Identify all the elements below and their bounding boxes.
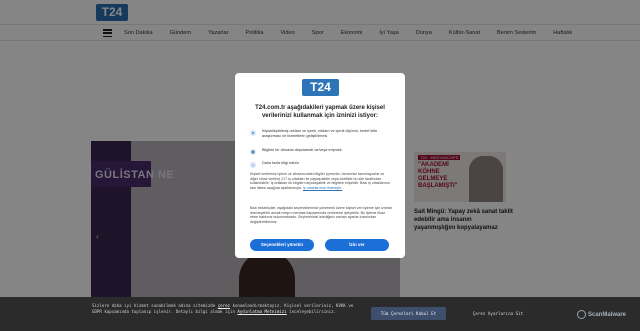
user-profile-icon: ● xyxy=(250,130,256,136)
consent-logo: T24 xyxy=(302,79,339,96)
consent-dialog: T24 T24.com.tr aşağıdakileri yapmak üzer… xyxy=(235,73,405,258)
cookie-bar: Sizlere daha iyi hizmet sunabilmek adına… xyxy=(0,297,640,331)
cookie-text-part-1: Sizlere daha iyi hizmet sunabilmek adına… xyxy=(92,303,218,308)
consent-body-partners: Kişisel verileriniz işlenir ve cihazınız… xyxy=(250,172,392,190)
privacy-notice-link[interactable]: Aydınlatma Metnimizi xyxy=(237,309,286,314)
consent-purpose-storage-text: Bilgileri bir cihazda depolamak ve/veya … xyxy=(262,148,342,152)
consent-learn-more[interactable]: ⌄ Daha fazla bilgi edinin xyxy=(250,161,387,168)
cookie-text-part-3: inceleyebilirsiniz. xyxy=(286,309,337,314)
scanmalware-badge: ScanMalware xyxy=(577,310,626,319)
consent-learn-more-text[interactable]: Daha fazla bilgi edinin xyxy=(262,161,387,166)
cookie-settings-button[interactable]: Çerez Ayarlarına Git xyxy=(456,307,540,320)
chevron-down-icon: ⌄ xyxy=(250,162,256,168)
scanmalware-text: ScanMalware xyxy=(588,311,627,318)
scan-icon xyxy=(577,310,586,319)
consent-accept-button[interactable]: İzin ver xyxy=(325,239,389,251)
accept-all-cookies-button[interactable]: Tüm Çerezleri Kabul Et xyxy=(371,307,446,320)
consent-heading: T24.com.tr aşağıdakileri yapmak üzere ki… xyxy=(255,105,385,119)
cookie-bar-text: Sizlere daha iyi hizmet sunabilmek adına… xyxy=(92,303,360,315)
consent-body-vendors: Bazı tedarikçiler, aşağıdaki seçenekleri… xyxy=(250,206,393,224)
cookie-link[interactable]: çerez xyxy=(218,303,230,308)
device-storage-icon: ▣ xyxy=(250,149,256,155)
consent-purpose-ads: ● Kişiselleştirilmiş reklam ve içerik, r… xyxy=(250,129,387,139)
consent-purpose-storage: ▣ Bilgileri bir cihazda depolamak ve/vey… xyxy=(250,148,387,155)
consent-purpose-ads-text: Kişiselleştirilmiş reklam ve içerik, rek… xyxy=(262,129,378,138)
partners-list-link[interactable]: İş ortaklarımızı listeleyin. xyxy=(303,186,342,190)
manage-options-button[interactable]: Seçenekleri yönetin xyxy=(250,239,314,251)
